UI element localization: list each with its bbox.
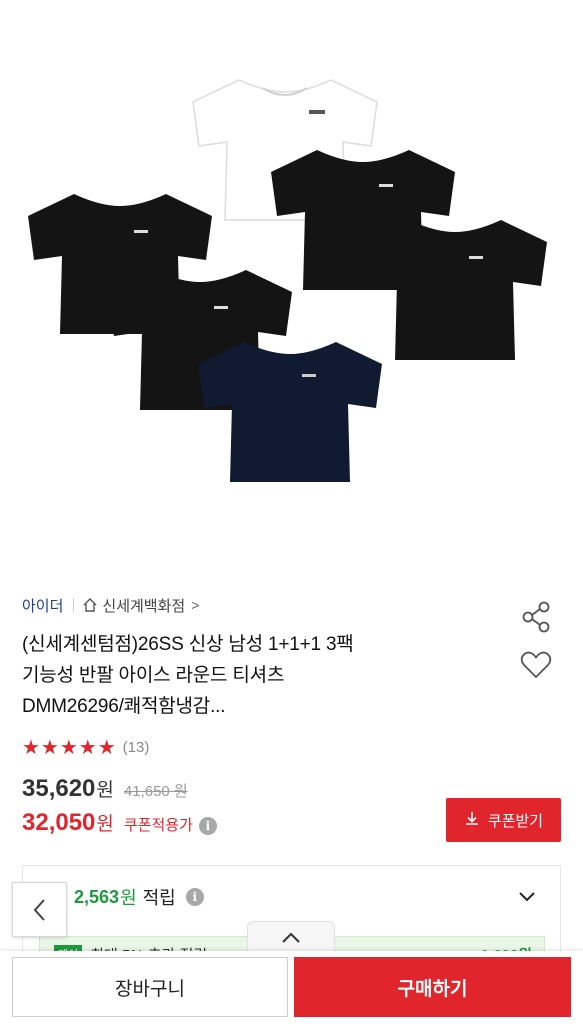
chevron-left-icon xyxy=(33,898,45,921)
brand-link[interactable]: 아이더 xyxy=(22,595,63,616)
rating-row[interactable]: ★★★★★ (13) xyxy=(22,735,149,760)
download-icon xyxy=(464,810,480,831)
bottom-action-bar: 장바구니 구매하기 xyxy=(0,951,583,1024)
sale-price-row: 32,050 원 쿠폰적용가 i xyxy=(22,809,217,837)
store-link[interactable]: 신세계백화점 > xyxy=(82,595,199,616)
back-button[interactable] xyxy=(12,882,67,937)
review-count: (13) xyxy=(122,739,150,756)
original-price: 41,650 원 xyxy=(123,783,188,800)
chevron-right-icon: > xyxy=(191,597,200,613)
price: 35,620 xyxy=(22,775,96,802)
product-image[interactable] xyxy=(0,0,583,565)
points-unit: 원 xyxy=(120,888,137,908)
info-icon[interactable]: i xyxy=(185,888,204,906)
buy-now-button[interactable]: 구매하기 xyxy=(294,957,571,1017)
coupon-price-label: 쿠폰적용가 xyxy=(123,817,193,834)
title-line: DMM26296/쾌적함냉감... xyxy=(22,696,226,717)
title-line: 기능성 반팔 아이스 라운드 티셔츠 xyxy=(22,665,285,686)
get-coupon-button[interactable]: 쿠폰받기 xyxy=(446,798,561,842)
divider xyxy=(73,598,75,612)
points-row[interactable]: I 2,563 원 적립 i xyxy=(63,884,204,910)
chevron-up-icon xyxy=(282,932,300,943)
coupon-button-label: 쿠폰받기 xyxy=(487,812,544,830)
star-rating-icon: ★★★★★ xyxy=(22,737,117,759)
info-icon[interactable]: i xyxy=(198,817,217,835)
brand-row: 아이더 신세계백화점 > xyxy=(22,595,199,615)
chevron-down-icon[interactable] xyxy=(515,884,539,908)
tshirt-navy xyxy=(198,342,382,482)
title-line: (신세계센텀점)26SS 신상 남성 1+1+1 3팩 xyxy=(22,634,354,655)
points-label: 적립 xyxy=(142,888,176,908)
price-unit: 원 xyxy=(96,780,114,801)
store-label: 신세계백화점 xyxy=(102,597,186,615)
home-icon xyxy=(83,598,97,612)
product-title: (신세계센텀점)26SS 신상 남성 1+1+1 3팩 기능성 반팔 아이스 라… xyxy=(22,629,482,722)
collapse-tab[interactable] xyxy=(247,921,335,953)
sale-price: 32,050 xyxy=(22,809,96,836)
heart-icon[interactable] xyxy=(518,647,554,683)
price-row: 35,620 원 41,650 원 xyxy=(22,775,188,803)
points-value: 2,563 xyxy=(74,886,120,907)
sale-price-unit: 원 xyxy=(96,814,114,835)
share-icon[interactable] xyxy=(518,599,554,635)
add-to-cart-button[interactable]: 장바구니 xyxy=(12,957,288,1017)
